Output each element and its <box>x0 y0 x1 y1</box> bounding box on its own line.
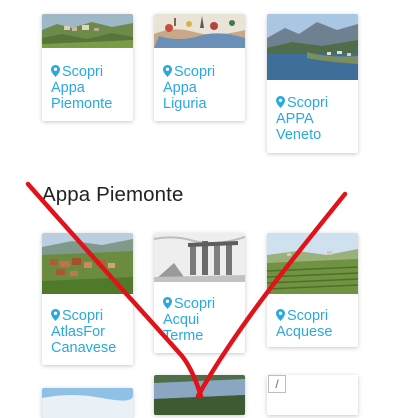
card-thumbnail <box>154 14 245 48</box>
card-label: Scopri APPA Veneto <box>276 95 354 143</box>
card-label-line3: Piemonte <box>51 96 113 112</box>
card-label-line2: APPA <box>276 111 314 127</box>
card-partial-2[interactable] <box>154 375 245 415</box>
card-label-line2: AtlasFor <box>51 324 105 340</box>
card-partial-1[interactable] <box>42 388 133 418</box>
card-label-line1: Scopri <box>62 308 104 324</box>
card-appa-liguria[interactable]: Scopri Appa Liguria <box>154 14 245 121</box>
card-label-line1: Scopri <box>287 95 329 111</box>
card-label-line3: Veneto <box>276 127 322 143</box>
placeholder-symbol: / <box>275 377 279 391</box>
card-thumbnail <box>42 233 133 294</box>
card-label: Scopri Acqui Terme <box>163 296 241 344</box>
card-label-line3: Terme <box>163 328 204 344</box>
card-label-line2: Appa <box>51 80 85 96</box>
card-label-line2: Appa <box>163 80 197 96</box>
map-pin-icon <box>51 65 60 77</box>
card-label-line1: Scopri <box>174 296 216 312</box>
card-thumbnail <box>42 388 133 418</box>
card-label-line3: Liguria <box>163 96 207 112</box>
card-label-line1: Scopri <box>287 308 329 324</box>
card-acquese[interactable]: Scopri Acquese <box>267 233 358 347</box>
card-label-line3: Canavese <box>51 340 117 356</box>
card-label-line1: Scopri <box>62 64 104 80</box>
card-label: Scopri Appa Piemonte <box>51 64 129 112</box>
card-label: Scopri AtlasFor Canavese <box>51 308 129 356</box>
card-label: Scopri Acquese <box>276 308 354 340</box>
card-atlasfor-canavese[interactable]: Scopri AtlasFor Canavese <box>42 233 133 365</box>
card-partial-3[interactable]: / <box>267 375 358 415</box>
card-thumbnail <box>267 14 358 80</box>
card-thumbnail <box>42 14 133 48</box>
card-appa-veneto[interactable]: Scopri APPA Veneto <box>267 14 358 153</box>
map-pin-icon <box>51 309 60 321</box>
card-thumbnail <box>267 233 358 294</box>
card-appa-piemonte[interactable]: Scopri Appa Piemonte <box>42 14 133 121</box>
map-pin-icon <box>276 309 285 321</box>
card-thumbnail <box>154 233 245 282</box>
map-pin-icon <box>163 65 172 77</box>
card-label: Scopri Appa Liguria <box>163 64 241 112</box>
card-label-line2: Acqui <box>163 312 200 328</box>
card-label-line1: Scopri <box>174 64 216 80</box>
map-pin-icon <box>163 297 172 309</box>
section-title: Appa Piemonte <box>42 183 184 206</box>
card-thumbnail <box>154 375 245 415</box>
map-pin-icon <box>276 96 285 108</box>
card-acqui-terme[interactable]: Scopri Acqui Terme <box>154 233 245 353</box>
card-label-line2: Acquese <box>276 324 333 340</box>
broken-image-placeholder: / <box>268 375 286 393</box>
